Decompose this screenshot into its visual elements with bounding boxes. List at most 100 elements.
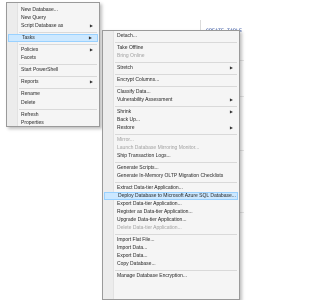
menu-item-delete-data-tier-application[interactable]: Delete Data-tier Application...	[104, 224, 238, 232]
menu-item-generate-oltp-checklists[interactable]: Generate In-Memory OLTP Migration Checkl…	[104, 172, 238, 180]
menu-item-label: Delete	[21, 100, 36, 106]
menu-item-stretch[interactable]: Stretch ▶	[104, 64, 238, 72]
menu-item-extract-data-tier-application[interactable]: Extract Data-tier Application...	[104, 184, 238, 192]
menu-item-rename[interactable]: Rename	[8, 90, 98, 98]
menu-item-take-offline[interactable]: Take Offline	[104, 44, 238, 52]
menu-separator	[115, 134, 237, 135]
menu-item-label: Restore	[117, 125, 135, 131]
menu-separator	[19, 109, 97, 110]
menu-item-new-query[interactable]: New Query	[8, 14, 98, 22]
menu-item-script-database-as[interactable]: Script Database as ▶	[8, 22, 98, 30]
menu-item-label: Register as Data-tier Application...	[117, 209, 193, 215]
menu-item-label: Rename	[21, 91, 40, 97]
menu-item-label: Properties	[21, 120, 44, 126]
menu-item-classify-data[interactable]: Classify Data...	[104, 88, 238, 96]
submenu-arrow-icon: ▶	[229, 125, 233, 130]
menu-separator	[115, 234, 237, 235]
submenu-arrow-icon: ▶	[89, 23, 93, 28]
menu-item-label: Deploy Database to Microsoft Azure SQL D…	[118, 193, 236, 199]
menu-item-launch-mirroring-monitor[interactable]: Launch Database Mirroring Monitor...	[104, 144, 238, 152]
menu-item-label: Detach...	[117, 33, 138, 39]
menu-separator	[115, 86, 237, 87]
menu-separator	[19, 88, 97, 89]
menu-item-deploy-to-azure-sql[interactable]: Deploy Database to Microsoft Azure SQL D…	[104, 192, 238, 200]
menu-item-import-flat-file[interactable]: Import Flat File...	[104, 236, 238, 244]
menu-item-label: New Database...	[21, 7, 58, 13]
menu-item-label: Extract Data-tier Application...	[117, 185, 183, 191]
menu-item-label: Take Offline	[117, 45, 144, 51]
tasks-submenu: Detach... Take Offline Bring Online Stre…	[102, 30, 240, 300]
menu-separator	[19, 32, 97, 33]
menu-item-label: Import Data...	[117, 245, 148, 251]
menu-item-ship-transaction-logs[interactable]: Ship Transaction Logs...	[104, 152, 238, 160]
menu-separator	[19, 64, 97, 65]
menu-item-label: Export Data...	[117, 253, 148, 259]
menu-separator	[115, 74, 237, 75]
menu-item-label: Launch Database Mirroring Monitor...	[117, 145, 200, 151]
menu-item-policies[interactable]: Policies ▶	[8, 46, 98, 54]
menu-separator	[115, 62, 237, 63]
menu-item-register-data-tier-application[interactable]: Register as Data-tier Application...	[104, 208, 238, 216]
menu-item-manage-database-encryption[interactable]: Manage Database Encryption...	[104, 272, 238, 280]
menu-item-properties[interactable]: Properties	[8, 119, 98, 127]
submenu-arrow-icon: ▶	[229, 109, 233, 114]
menu-item-label: Tasks	[22, 35, 35, 41]
menu-item-label: Back Up...	[117, 117, 141, 123]
menu-item-refresh[interactable]: Refresh	[8, 111, 98, 119]
submenu-arrow-icon: ▶	[89, 79, 93, 84]
menu-separator	[115, 270, 237, 271]
menu-item-label: Bring Online	[117, 53, 145, 59]
menu-item-label: Copy Database...	[117, 261, 156, 267]
menu-item-generate-scripts[interactable]: Generate Scripts...	[104, 164, 238, 172]
menu-item-label: Export Data-tier Application...	[117, 201, 182, 207]
menu-item-label: Generate In-Memory OLTP Migration Checkl…	[117, 173, 224, 179]
submenu-arrow-icon: ▶	[89, 47, 93, 52]
menu-item-label: Ship Transaction Logs...	[117, 153, 171, 159]
menu-separator	[115, 182, 237, 183]
menu-item-label: Script Database as	[21, 23, 64, 29]
menu-item-label: Upgrade Data-tier Application...	[117, 217, 187, 223]
menu-item-label: Stretch	[117, 65, 133, 71]
submenu-arrow-icon: ▶	[88, 35, 92, 40]
menu-item-copy-database[interactable]: Copy Database...	[104, 260, 238, 268]
menu-item-label: Delete Data-tier Application...	[117, 225, 182, 231]
menu-item-delete[interactable]: Delete	[8, 99, 98, 107]
menu-separator	[115, 106, 237, 107]
menu-item-import-data[interactable]: Import Data...	[104, 244, 238, 252]
menu-item-detach[interactable]: Detach...	[104, 32, 238, 40]
submenu-arrow-icon: ▶	[229, 65, 233, 70]
menu-item-label: Import Flat File...	[117, 237, 155, 243]
menu-item-tasks[interactable]: Tasks ▶	[8, 34, 98, 42]
menu-item-label: Policies	[21, 47, 39, 53]
menu-item-bring-online[interactable]: Bring Online	[104, 52, 238, 60]
menu-item-shrink[interactable]: Shrink ▶	[104, 108, 238, 116]
menu-item-upgrade-data-tier-application[interactable]: Upgrade Data-tier Application...	[104, 216, 238, 224]
menu-item-new-database[interactable]: New Database...	[8, 6, 98, 14]
menu-separator	[115, 162, 237, 163]
menu-item-label: Refresh	[21, 112, 39, 118]
menu-item-restore[interactable]: Restore ▶	[104, 124, 238, 132]
menu-item-facets[interactable]: Facets	[8, 54, 98, 62]
database-context-menu: New Database... New Query Script Databas…	[6, 2, 100, 127]
menu-item-label: Vulnerability Assessment	[117, 97, 173, 103]
menu-item-label: Shrink	[117, 109, 132, 115]
menu-item-start-powershell[interactable]: Start PowerShell	[8, 66, 98, 74]
menu-item-export-data-tier-application[interactable]: Export Data-tier Application...	[104, 200, 238, 208]
menu-item-encrypt-columns[interactable]: Encrypt Columns...	[104, 76, 238, 84]
menu-item-label: Classify Data...	[117, 89, 151, 95]
menu-item-label: Mirror...	[117, 137, 134, 143]
menu-item-reports[interactable]: Reports ▶	[8, 78, 98, 86]
menu-item-label: Encrypt Columns...	[117, 77, 160, 83]
menu-item-label: Reports	[21, 79, 39, 85]
menu-separator	[19, 44, 97, 45]
menu-item-label: Facets	[21, 55, 37, 61]
menu-item-label: Generate Scripts...	[117, 165, 159, 171]
menu-item-vulnerability-assessment[interactable]: Vulnerability Assessment ▶	[104, 96, 238, 104]
menu-item-back-up[interactable]: Back Up...	[104, 116, 238, 124]
menu-item-label: New Query	[21, 15, 47, 21]
menu-item-mirror[interactable]: Mirror...	[104, 136, 238, 144]
menu-item-label: Manage Database Encryption...	[117, 273, 188, 279]
menu-item-label: Start PowerShell	[21, 67, 59, 73]
menu-separator	[115, 42, 237, 43]
menu-item-export-data[interactable]: Export Data...	[104, 252, 238, 260]
